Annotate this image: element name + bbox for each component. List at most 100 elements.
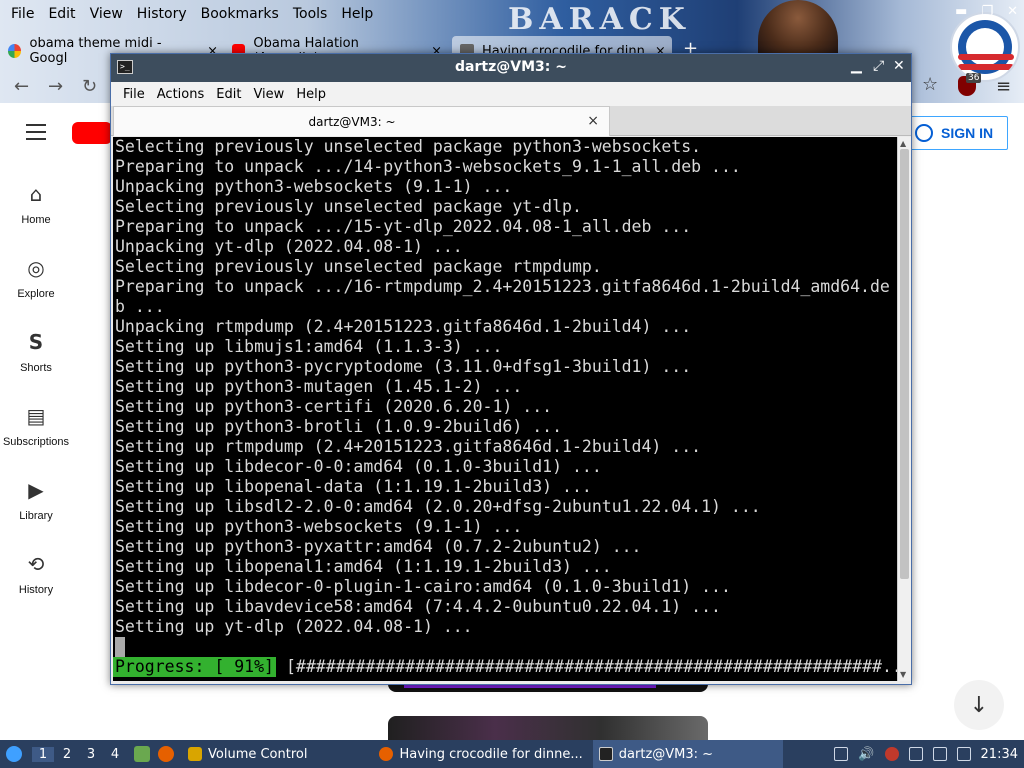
- volume-icon[interactable]: 🔊: [858, 747, 874, 762]
- scroll-down-button[interactable]: ↓: [954, 680, 1004, 730]
- clock[interactable]: 21:34: [981, 747, 1018, 762]
- tab-close-icon[interactable]: ×: [587, 113, 599, 129]
- sidebar-item-library[interactable]: ▶ Library: [0, 478, 72, 522]
- task-volume-control[interactable]: Volume Control: [182, 740, 313, 768]
- reload-icon[interactable]: ↻: [82, 76, 97, 97]
- sidebar-item-history[interactable]: ⟲ History: [0, 552, 72, 596]
- sidebar-item-home[interactable]: ⌂ Home: [0, 182, 72, 226]
- terminal-line: Unpacking python3-websockets (9.1-1) ...: [115, 177, 513, 196]
- terminal-scrollbar[interactable]: ▲ ▼: [897, 137, 911, 681]
- sidebar-item-explore[interactable]: ◎ Explore: [0, 256, 72, 300]
- ff-menu-help[interactable]: Help: [334, 6, 380, 22]
- taskbar: 1 2 3 4 Volume Control Having crocodile …: [0, 740, 1024, 768]
- terminal-line: Unpacking yt-dlp (2022.04.08-1) ...: [115, 237, 463, 256]
- system-tray: 🔊 21:34: [834, 740, 1024, 768]
- task-label: Volume Control: [208, 746, 308, 762]
- term-menu-edit[interactable]: Edit: [210, 87, 247, 102]
- terminal-line: Selecting previously unselected package …: [115, 257, 602, 276]
- sidebar-item-label: History: [18, 584, 54, 596]
- restore-icon[interactable]: ❐: [981, 4, 993, 19]
- subscriptions-icon: ▤: [26, 404, 46, 428]
- shorts-icon: S: [28, 330, 44, 354]
- account-icon: [915, 124, 933, 142]
- screen-icon[interactable]: [932, 747, 947, 761]
- maximize-icon[interactable]: ⤢: [873, 58, 884, 74]
- terminal-line: Setting up rtmpdump (2.4+20151223.gitfa8…: [115, 437, 702, 456]
- term-menu-actions[interactable]: Actions: [151, 87, 211, 102]
- terminal-titlebar[interactable]: >_ dartz@VM3: ~ ▁ ⤢ ✕: [111, 54, 911, 82]
- terminal-menubar: File Actions Edit View Help: [111, 82, 911, 106]
- terminal-line: Unpacking rtmpdump (2.4+20151223.gitfa86…: [115, 317, 692, 336]
- ff-menu-history[interactable]: History: [130, 6, 194, 22]
- terminal-output[interactable]: Selecting previously unselected package …: [113, 137, 897, 681]
- sidebar-item-label: Subscriptions: [2, 436, 70, 448]
- terminal-line: Setting up yt-dlp (2022.04.08-1) ...: [115, 617, 473, 636]
- close-icon[interactable]: ✕: [893, 58, 905, 74]
- terminal-tab-label: dartz@VM3: ~: [308, 115, 396, 129]
- ff-menu-bookmarks[interactable]: Bookmarks: [194, 6, 286, 22]
- close-icon[interactable]: ✕: [1007, 4, 1018, 19]
- hamburger-menu-icon[interactable]: ≡: [996, 76, 1011, 97]
- terminal-icon: [598, 747, 613, 761]
- history-icon: ⟲: [27, 552, 45, 576]
- workspace-1[interactable]: 1: [32, 746, 54, 762]
- workspace-4[interactable]: 4: [104, 747, 126, 762]
- youtube-logo-icon[interactable]: [72, 122, 112, 144]
- ublock-tray-icon[interactable]: [884, 747, 899, 761]
- term-menu-file[interactable]: File: [117, 87, 151, 102]
- terminal-window: >_ dartz@VM3: ~ ▁ ⤢ ✕ File Actions Edit …: [110, 53, 912, 685]
- scroll-up-icon[interactable]: ▲: [900, 139, 906, 148]
- terminal-lines: Selecting previously unselected package …: [113, 137, 890, 637]
- task-firefox[interactable]: Having crocodile for dinne...: [373, 740, 588, 768]
- ff-menu-file[interactable]: File: [4, 6, 41, 22]
- network-icon[interactable]: [956, 747, 971, 761]
- terminal-line: Setting up libsdl2-2.0-0:amd64 (2.0.20+d…: [115, 497, 761, 516]
- ff-menu-view[interactable]: View: [83, 6, 130, 22]
- terminal-line: Setting up python3-pycryptodome (3.11.0+…: [115, 357, 692, 376]
- firefox-icon[interactable]: [158, 746, 174, 762]
- sidebar-item-subscriptions[interactable]: ▤ Subscriptions: [0, 404, 72, 448]
- terminal-line: Setting up python3-certifi (2020.6.20-1)…: [115, 397, 553, 416]
- terminal-line: Setting up python3-mutagen (1.45.1-2) ..…: [115, 377, 523, 396]
- start-menu-icon[interactable]: [6, 746, 22, 762]
- apt-progress: Progress: [ 91%] [######################…: [113, 657, 897, 677]
- back-icon[interactable]: ←: [14, 76, 29, 97]
- minimize-icon[interactable]: ▬: [955, 4, 967, 19]
- compass-icon: ◎: [27, 256, 45, 280]
- file-manager-icon[interactable]: [134, 746, 150, 762]
- progress-label: Progress: [ 91%]: [113, 657, 276, 677]
- terminal-tab-bar: dartz@VM3: ~ ×: [111, 106, 911, 136]
- terminal-line: Setting up python3-brotli (1.0.9-2build6…: [115, 417, 563, 436]
- theme-persona-text: BARACK: [508, 2, 691, 37]
- sidebar-item-label: Shorts: [20, 362, 52, 374]
- workspace-3[interactable]: 3: [80, 747, 102, 762]
- google-icon: [8, 44, 22, 58]
- tray-app-icon[interactable]: [834, 747, 849, 761]
- scroll-down-icon[interactable]: ▼: [900, 670, 906, 679]
- library-icon: ▶: [28, 478, 44, 502]
- sign-in-button[interactable]: SIGN IN: [910, 116, 1008, 150]
- terminal-line: Setting up libopenal1:amd64 (1:1.19.1-2b…: [115, 557, 612, 576]
- ff-menu-edit[interactable]: Edit: [41, 6, 82, 22]
- video-thumbnail[interactable]: [388, 716, 708, 740]
- bookmark-star-icon[interactable]: ☆: [922, 74, 938, 95]
- arrow-down-icon: ↓: [969, 692, 989, 718]
- clipboard-icon[interactable]: [908, 747, 923, 761]
- term-menu-view[interactable]: View: [247, 87, 290, 102]
- ff-menu-tools[interactable]: Tools: [286, 6, 335, 22]
- task-terminal[interactable]: dartz@VM3: ~: [592, 740, 783, 768]
- minimize-icon[interactable]: ▁: [851, 58, 862, 74]
- terminal-line: Preparing to unpack .../16-rtmpdump_2.4+…: [115, 277, 890, 296]
- progress-bar-text: [#######################################…: [285, 657, 897, 676]
- guide-menu-icon[interactable]: [26, 124, 46, 145]
- forward-icon[interactable]: →: [48, 76, 63, 97]
- workspace-2[interactable]: 2: [56, 747, 78, 762]
- terminal-cursor: [115, 637, 125, 657]
- term-menu-help[interactable]: Help: [290, 87, 332, 102]
- terminal-line: Preparing to unpack .../15-yt-dlp_2022.0…: [115, 217, 692, 236]
- ublock-count-badge: 36: [966, 73, 982, 83]
- terminal-line: Setting up libmujs1:amd64 (1.1.3-3) ...: [115, 337, 503, 356]
- terminal-tab[interactable]: dartz@VM3: ~ ×: [113, 106, 610, 136]
- sidebar-item-shorts[interactable]: S Shorts: [0, 330, 72, 374]
- scrollbar-thumb[interactable]: [900, 149, 909, 579]
